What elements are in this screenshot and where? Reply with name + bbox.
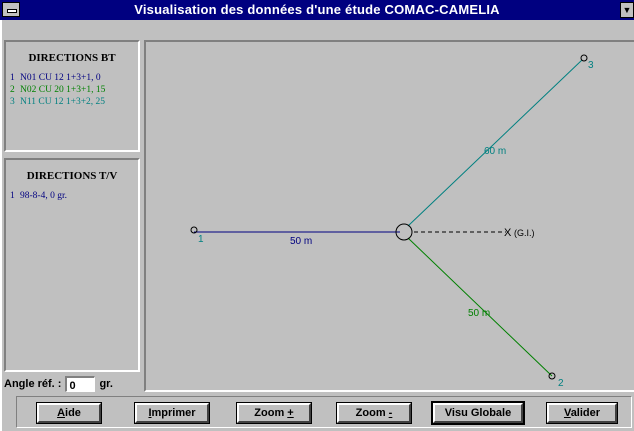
zoom-minus-button-accel: -	[388, 407, 393, 419]
directions-bt-list: 1 N01 CU 12 1+3+1, 0 2 N02 CU 20 1+3+1, 15…	[6, 72, 138, 108]
list-item-text: N02 CU 20 1+3+1, 15	[20, 85, 106, 95]
directions-tv-panel: DIRECTIONS T/V 1 98-8-4, 0 gr.	[4, 158, 140, 372]
window-client: DIRECTIONS BT 1 N01 CU 12 1+3+1, 0 2 N02 C…	[0, 20, 634, 431]
list-item-number: 3	[10, 97, 15, 107]
directions-tv-title: DIRECTIONS T/V	[26, 170, 118, 182]
node-1-label: 1	[198, 234, 204, 245]
diagram-canvas: 1 2 3 50 m 50 m 60 m X (G.I.)	[190, 54, 594, 389]
aide-button-accel: A	[57, 407, 66, 419]
directions-bt-panel: DIRECTIONS BT 1 N01 CU 12 1+3+1, 0 2 N02 C…	[4, 40, 140, 152]
directions-bt-title: DIRECTIONS BT	[28, 52, 116, 64]
zoom-plus-button-accel: +	[287, 407, 294, 419]
node-3-label: 3	[588, 60, 594, 71]
button-bar: Aide Imprimer Zoom + Zoom - Visu Globale…	[16, 396, 632, 428]
valider-button[interactable]: Valider	[546, 402, 618, 424]
chevron-down-icon[interactable]: ▼	[620, 2, 634, 18]
list-item-text: N01 CU 12 1+3+1, 0	[20, 73, 101, 83]
angle-unit-label: gr.	[99, 378, 113, 390]
node-3-marker[interactable]	[580, 54, 588, 62]
list-item-number: 2	[10, 85, 15, 95]
zoom-minus-button-pre: Zoom	[355, 407, 389, 419]
list-item-text: N11 CU 12 1+3+2, 25	[20, 97, 106, 107]
network-diagram[interactable]: 1 2 3 50 m 50 m 60 m X (G.I.)	[144, 40, 634, 392]
visu-globale-button-pre: Visu Globale	[444, 407, 512, 419]
imprimer-button-rest: mprimer	[151, 407, 196, 419]
list-item-text: 98-8-4, 0 gr.	[20, 191, 67, 201]
zoom-plus-button-pre: Zoom	[254, 407, 288, 419]
branch-2-line[interactable]	[407, 237, 553, 377]
list-item[interactable]: 3 N11 CU 12 1+3+2, 25	[10, 96, 138, 108]
zoom-plus-button[interactable]: Zoom +	[236, 402, 312, 424]
branch-3-line[interactable]	[407, 59, 583, 227]
valider-button-rest: alider	[570, 407, 601, 419]
branch-1-length: 50 m	[290, 236, 312, 247]
zoom-minus-button[interactable]: Zoom -	[336, 402, 412, 424]
node-2-label: 2	[558, 378, 564, 389]
aide-button-rest: ide	[65, 407, 81, 419]
list-item-number: 1	[10, 191, 15, 201]
imprimer-button[interactable]: Imprimer	[134, 402, 210, 424]
valider-button-accel: V	[563, 407, 571, 419]
system-menu-icon[interactable]	[2, 2, 20, 17]
list-item[interactable]: 2 N02 CU 20 1+3+1, 15	[10, 84, 138, 96]
list-item-number: 1	[10, 73, 15, 83]
directions-tv-list: 1 98-8-4, 0 gr.	[6, 190, 138, 202]
branch-3-length: 60 m	[484, 146, 506, 157]
list-item[interactable]: 1 N01 CU 12 1+3+1, 0	[10, 72, 138, 84]
angle-ref-input[interactable]: 0	[65, 376, 96, 392]
title-bar: Visualisation des données d'une étude CO…	[0, 0, 634, 20]
aide-button[interactable]: Aide	[36, 402, 102, 424]
window-title: Visualisation des données d'une étude CO…	[134, 2, 500, 17]
gi-marker: X	[504, 227, 512, 239]
visu-globale-button[interactable]: Visu Globale	[431, 401, 525, 425]
gi-label: (G.I.)	[514, 228, 535, 238]
angle-ref-row: Angle réf. : 0 gr.	[4, 374, 113, 394]
angle-ref-label: Angle réf. :	[4, 378, 62, 390]
list-item[interactable]: 1 98-8-4, 0 gr.	[10, 190, 138, 202]
branch-2-length: 50 m	[468, 308, 490, 319]
